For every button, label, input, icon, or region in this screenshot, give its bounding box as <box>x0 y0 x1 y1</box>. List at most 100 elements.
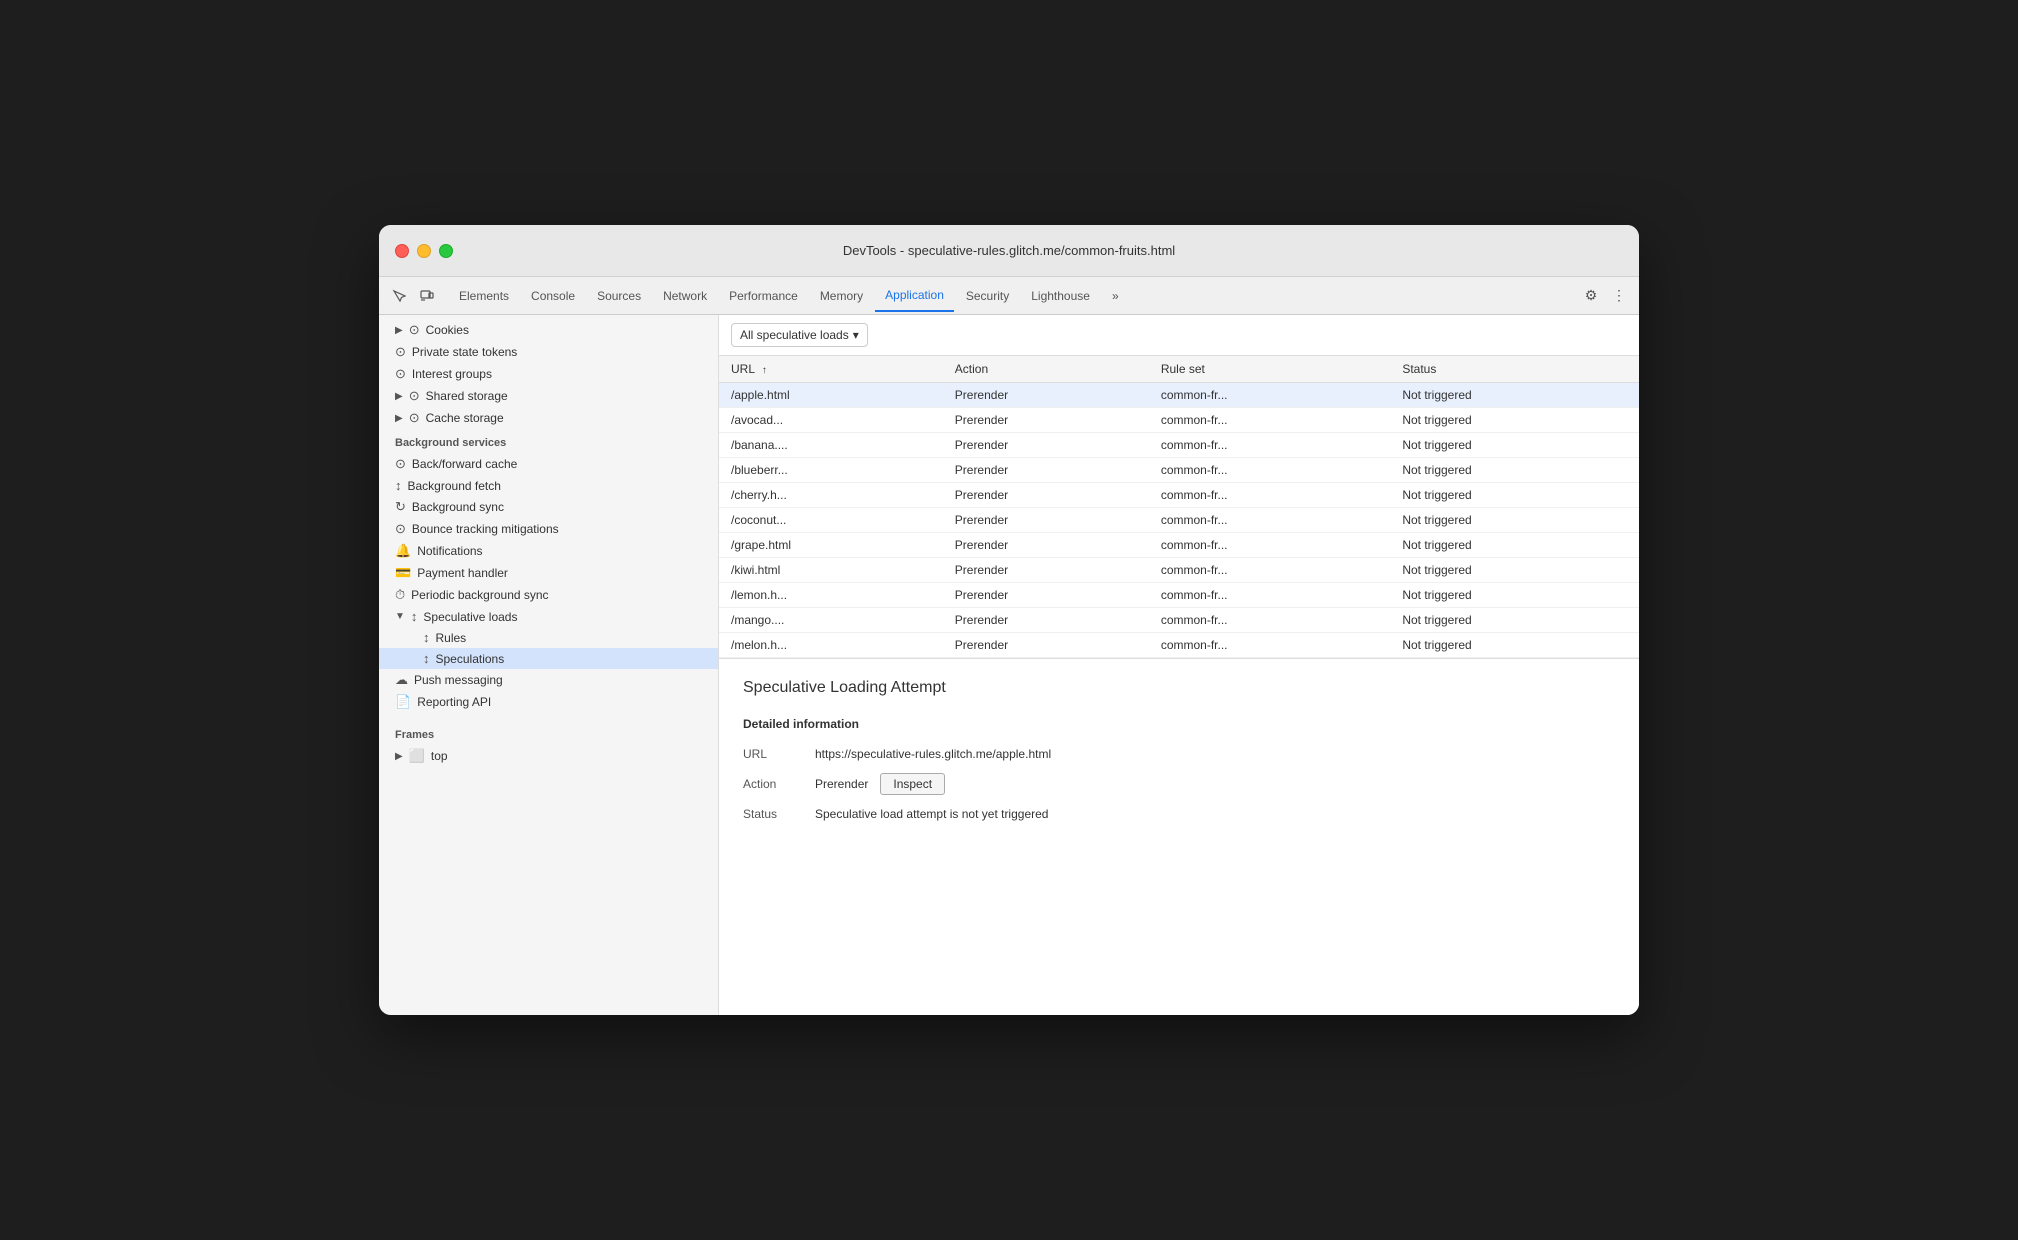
title-bar: DevTools - speculative-rules.glitch.me/c… <box>379 225 1639 277</box>
cell-status: Not triggered <box>1390 508 1639 533</box>
tab-lighthouse[interactable]: Lighthouse <box>1021 280 1100 312</box>
sidebar-item-cookies[interactable]: ▶ ⊙ Cookies <box>379 319 718 341</box>
maximize-button[interactable] <box>439 244 453 258</box>
sort-arrow-icon: ↑ <box>762 365 767 376</box>
sidebar-item-background-fetch[interactable]: ↕ Background fetch <box>379 475 718 496</box>
close-button[interactable] <box>395 244 409 258</box>
devtools-window: DevTools - speculative-rules.glitch.me/c… <box>379 225 1639 1015</box>
tab-more[interactable]: » <box>1102 280 1129 312</box>
filter-bar: All speculative loads ▾ <box>719 315 1639 356</box>
detail-status-value: Speculative load attempt is not yet trig… <box>815 807 1048 821</box>
sidebar-item-reporting-api[interactable]: 📄 Reporting API <box>379 691 718 713</box>
cell-rule_set: common-fr... <box>1149 408 1391 433</box>
tab-elements[interactable]: Elements <box>449 280 519 312</box>
detail-section-title: Detailed information <box>743 717 1615 731</box>
column-header-action[interactable]: Action <box>943 356 1149 383</box>
cell-action: Prerender <box>943 408 1149 433</box>
detail-url-value: https://speculative-rules.glitch.me/appl… <box>815 747 1051 761</box>
sidebar-item-back-forward-cache[interactable]: ⊙ Back/forward cache <box>379 453 718 475</box>
sidebar-item-top[interactable]: ▶ ⬜ top <box>379 745 718 767</box>
tab-sources[interactable]: Sources <box>587 280 651 312</box>
detail-title: Speculative Loading Attempt <box>743 679 1615 697</box>
clock-icon: ⏱ <box>395 587 405 603</box>
cell-rule_set: common-fr... <box>1149 433 1391 458</box>
table-row[interactable]: /banana....Prerendercommon-fr...Not trig… <box>719 433 1639 458</box>
detail-url-row: URL https://speculative-rules.glitch.me/… <box>743 747 1615 761</box>
more-options-icon[interactable]: ⋮ <box>1607 284 1631 308</box>
cell-action: Prerender <box>943 558 1149 583</box>
sidebar-item-notifications[interactable]: 🔔 Notifications <box>379 540 718 562</box>
tab-application[interactable]: Application <box>875 280 954 312</box>
tab-actions: ⚙ ⋮ <box>1579 284 1631 308</box>
cell-rule_set: common-fr... <box>1149 633 1391 658</box>
tab-memory[interactable]: Memory <box>810 280 873 312</box>
cell-status: Not triggered <box>1390 608 1639 633</box>
sidebar-item-cache-storage[interactable]: ▶ ⊙ Cache storage <box>379 407 718 429</box>
detail-status-row: Status Speculative load attempt is not y… <box>743 807 1615 821</box>
table-row[interactable]: /mango....Prerendercommon-fr...Not trigg… <box>719 608 1639 633</box>
table-row[interactable]: /apple.htmlPrerendercommon-fr...Not trig… <box>719 383 1639 408</box>
sidebar: ▶ ⊙ Cookies ⊙ Private state tokens ⊙ Int… <box>379 315 719 1015</box>
inspect-button[interactable]: Inspect <box>880 773 945 795</box>
cell-action: Prerender <box>943 633 1149 658</box>
detail-action-label: Action <box>743 777 803 791</box>
speculative-loads-table-container: URL ↑ Action Rule set Status <box>719 356 1639 659</box>
cursor-icon[interactable] <box>387 284 411 308</box>
cell-status: Not triggered <box>1390 458 1639 483</box>
expand-arrow-icon2: ▶ <box>395 391 403 402</box>
table-row[interactable]: /grape.htmlPrerendercommon-fr...Not trig… <box>719 533 1639 558</box>
expand-arrow-icon: ▶ <box>395 325 403 336</box>
column-header-status[interactable]: Status <box>1390 356 1639 383</box>
cookie-icon: ⊙ <box>409 322 420 338</box>
sidebar-item-bounce-tracking[interactable]: ⊙ Bounce tracking mitigations <box>379 518 718 540</box>
table-row[interactable]: /coconut...Prerendercommon-fr...Not trig… <box>719 508 1639 533</box>
table-header-row: URL ↑ Action Rule set Status <box>719 356 1639 383</box>
cell-rule_set: common-fr... <box>1149 458 1391 483</box>
cell-action: Prerender <box>943 508 1149 533</box>
table-row[interactable]: /avocad...Prerendercommon-fr...Not trigg… <box>719 408 1639 433</box>
expand-arrow-top-icon: ▶ <box>395 751 403 762</box>
table-row[interactable]: /lemon.h...Prerendercommon-fr...Not trig… <box>719 583 1639 608</box>
detail-panel: Speculative Loading Attempt Detailed inf… <box>719 659 1639 1015</box>
tab-icon-group <box>387 284 439 308</box>
minimize-button[interactable] <box>417 244 431 258</box>
table-row[interactable]: /melon.h...Prerendercommon-fr...Not trig… <box>719 633 1639 658</box>
cell-status: Not triggered <box>1390 558 1639 583</box>
fetch-icon: ↕ <box>395 478 402 493</box>
cell-url: /lemon.h... <box>719 583 943 608</box>
cell-url: /coconut... <box>719 508 943 533</box>
detail-url-label: URL <box>743 747 803 761</box>
sidebar-item-periodic-background-sync[interactable]: ⏱ Periodic background sync <box>379 584 718 606</box>
device-icon[interactable] <box>415 284 439 308</box>
tab-performance[interactable]: Performance <box>719 280 808 312</box>
sidebar-item-background-sync[interactable]: ↻ Background sync <box>379 496 718 518</box>
cell-rule_set: common-fr... <box>1149 533 1391 558</box>
db-icon3: ⊙ <box>409 388 420 404</box>
column-header-url[interactable]: URL ↑ <box>719 356 943 383</box>
column-header-rule-set[interactable]: Rule set <box>1149 356 1391 383</box>
cell-url: /mango.... <box>719 608 943 633</box>
sidebar-item-speculations[interactable]: ↕ Speculations <box>379 648 718 669</box>
table-row[interactable]: /cherry.h...Prerendercommon-fr...Not tri… <box>719 483 1639 508</box>
cell-url: /cherry.h... <box>719 483 943 508</box>
table-row[interactable]: /kiwi.htmlPrerendercommon-fr...Not trigg… <box>719 558 1639 583</box>
cell-status: Not triggered <box>1390 433 1639 458</box>
tab-network[interactable]: Network <box>653 280 717 312</box>
settings-icon[interactable]: ⚙ <box>1579 284 1603 308</box>
sidebar-item-interest-groups[interactable]: ⊙ Interest groups <box>379 363 718 385</box>
sidebar-item-payment-handler[interactable]: 💳 Payment handler <box>379 562 718 584</box>
rules-icon: ↕ <box>423 630 430 645</box>
sidebar-item-private-state-tokens[interactable]: ⊙ Private state tokens <box>379 341 718 363</box>
tab-console[interactable]: Console <box>521 280 585 312</box>
cell-url: /kiwi.html <box>719 558 943 583</box>
speculative-icon: ↕ <box>411 609 418 624</box>
sidebar-item-shared-storage[interactable]: ▶ ⊙ Shared storage <box>379 385 718 407</box>
sidebar-item-push-messaging[interactable]: ☁ Push messaging <box>379 669 718 691</box>
sidebar-item-speculative-loads[interactable]: ▼ ↕ Speculative loads <box>379 606 718 627</box>
filter-dropdown[interactable]: All speculative loads ▾ <box>731 323 868 347</box>
tab-security[interactable]: Security <box>956 280 1019 312</box>
sidebar-item-rules[interactable]: ↕ Rules <box>379 627 718 648</box>
cell-rule_set: common-fr... <box>1149 508 1391 533</box>
speculative-loads-table: URL ↑ Action Rule set Status <box>719 356 1639 658</box>
table-row[interactable]: /blueberr...Prerendercommon-fr...Not tri… <box>719 458 1639 483</box>
